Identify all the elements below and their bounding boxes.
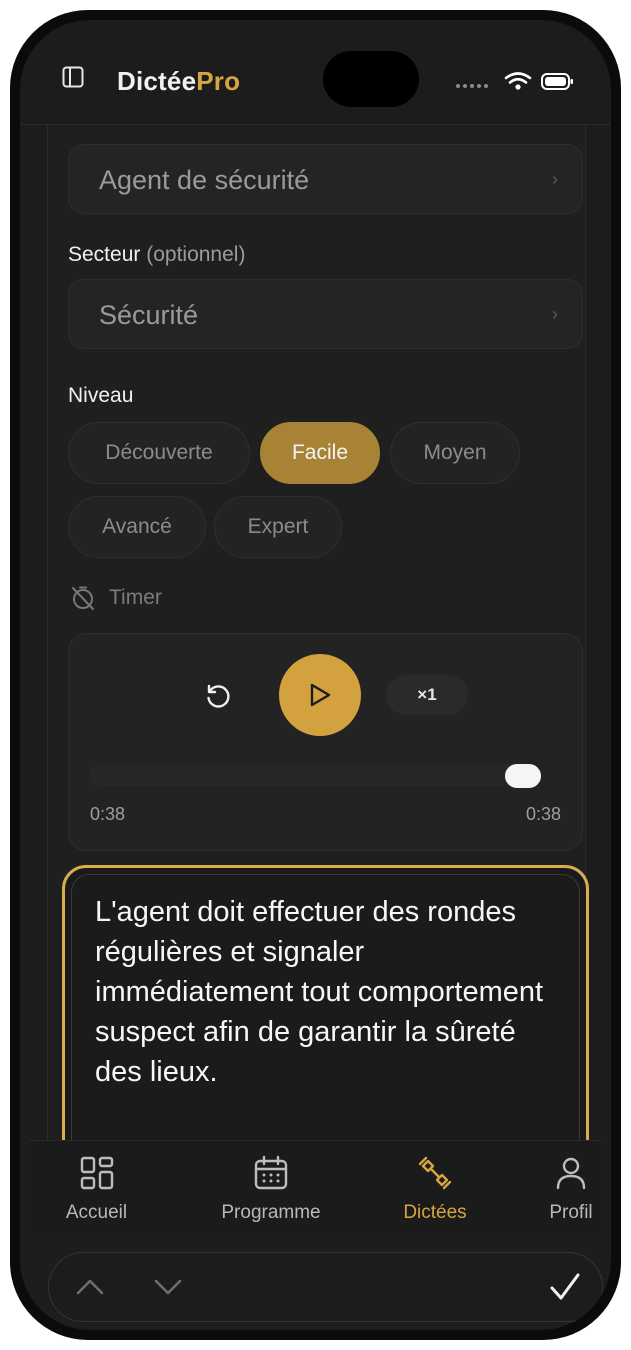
play-button[interactable] bbox=[279, 654, 361, 736]
dumbbell-icon bbox=[418, 1156, 452, 1190]
dictation-text[interactable]: L'agent doit effectuer des rondes réguli… bbox=[95, 892, 563, 1092]
tab-label-programme: Programme bbox=[221, 1202, 321, 1223]
logo-text-accent: Pro bbox=[196, 66, 241, 96]
secteur-optional-text: (optionnel) bbox=[146, 243, 246, 266]
tab-bar: Accueil Programme Dictées Profil bbox=[30, 1140, 601, 1239]
top-bar: DictéePro bbox=[20, 20, 611, 125]
tab-profil[interactable]: Profil bbox=[506, 1141, 611, 1239]
total-time: 0:38 bbox=[525, 804, 561, 824]
signal-icon bbox=[456, 84, 488, 88]
dictation-textarea[interactable]: L'agent doit effectuer des rondes réguli… bbox=[62, 865, 589, 1185]
battery-icon bbox=[541, 73, 573, 90]
poste-select[interactable]: Agent de sécurité › bbox=[68, 144, 583, 214]
phone-frame: DictéePro Agent de sécurité › Secteur (o… bbox=[10, 10, 621, 1340]
user-icon bbox=[556, 1157, 586, 1190]
grid-icon bbox=[80, 1156, 113, 1190]
level-chip-decouverte[interactable]: Découverte bbox=[68, 422, 250, 484]
chevron-down-icon[interactable] bbox=[153, 1277, 183, 1297]
tab-label-profil: Profil bbox=[549, 1202, 593, 1223]
progress-track[interactable] bbox=[89, 764, 541, 788]
poste-value: Agent de sécurité bbox=[99, 165, 310, 195]
progress-thumb[interactable] bbox=[505, 764, 541, 788]
sidebar-toggle-icon[interactable] bbox=[62, 66, 84, 88]
app-logo: DictéePro bbox=[117, 66, 240, 97]
tab-label-accueil: Accueil bbox=[65, 1202, 128, 1223]
dynamic-island bbox=[323, 51, 419, 107]
secteur-select[interactable]: Sécurité › bbox=[68, 279, 583, 349]
level-chip-facile[interactable]: Facile bbox=[260, 422, 380, 484]
chevron-up-icon[interactable] bbox=[75, 1277, 105, 1297]
level-chip-expert[interactable]: Expert bbox=[214, 496, 342, 558]
logo-text-main: Dictée bbox=[117, 66, 197, 96]
dictation-inner: L'agent doit effectuer des rondes réguli… bbox=[71, 874, 580, 1176]
status-icons bbox=[456, 72, 573, 90]
keyboard-accessory-bar bbox=[48, 1252, 603, 1322]
speed-button[interactable]: ×1 bbox=[386, 675, 468, 715]
play-icon bbox=[310, 683, 331, 707]
screen: DictéePro Agent de sécurité › Secteur (o… bbox=[20, 20, 611, 1330]
niveau-label: Niveau bbox=[68, 384, 134, 407]
tab-programme[interactable]: Programme bbox=[176, 1141, 366, 1239]
tab-label-dictees: Dictées bbox=[403, 1202, 467, 1223]
replay-icon[interactable] bbox=[203, 681, 233, 711]
timer-off-icon[interactable] bbox=[70, 585, 96, 611]
chevron-icon: › bbox=[552, 304, 558, 324]
level-chip-avance[interactable]: Avancé bbox=[68, 496, 206, 558]
tab-accueil[interactable]: Accueil bbox=[30, 1141, 163, 1239]
checkmark-icon[interactable] bbox=[549, 1271, 581, 1303]
secteur-label: Secteur (optionnel) bbox=[68, 243, 245, 267]
form-content: Agent de sécurité › Secteur (optionnel) … bbox=[47, 125, 589, 1185]
calendar-icon bbox=[254, 1155, 288, 1190]
secteur-label-text: Secteur bbox=[68, 243, 141, 266]
secteur-value: Sécurité bbox=[99, 300, 199, 330]
elapsed-time: 0:38 bbox=[90, 804, 126, 824]
level-chip-moyen[interactable]: Moyen bbox=[390, 422, 520, 484]
chevron-icon: › bbox=[552, 169, 558, 189]
timer-label: Timer bbox=[109, 586, 162, 609]
wifi-icon bbox=[504, 72, 532, 84]
tab-dictees[interactable]: Dictées bbox=[365, 1141, 505, 1239]
audio-player: ×1 0:38 0:38 bbox=[68, 633, 583, 851]
